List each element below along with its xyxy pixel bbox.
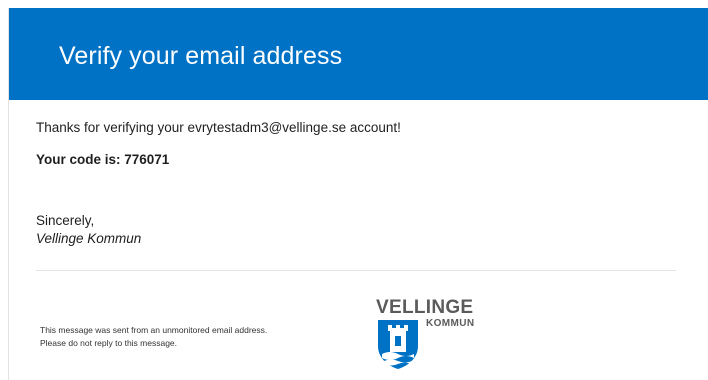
footer-note-line-2: Please do not reply to this message.	[40, 338, 178, 348]
email-title: Verify your email address	[59, 42, 343, 70]
logo-name-text: VELLINGE	[376, 297, 474, 318]
footer-note-line-1: This message was sent from an unmonitore…	[40, 325, 268, 335]
email-header: Verify your email address	[9, 8, 708, 100]
vellinge-logo: VELLINGE KOMMUN	[376, 298, 491, 370]
vellinge-coat-of-arms-icon	[378, 320, 418, 369]
intro-text: Thanks for verifying your evrytestadm3@v…	[36, 120, 401, 135]
footer-note: This message was sent from an unmonitore…	[40, 324, 267, 350]
signature-text: Vellinge Kommun	[36, 231, 142, 246]
logo-sub-text: KOMMUN	[426, 318, 475, 329]
verification-code: Your code is: 776071	[36, 152, 170, 167]
email-frame: Verify your email address Thanks for ver…	[8, 8, 708, 380]
footer-divider	[36, 270, 676, 271]
closing-text: Sincerely,	[36, 213, 95, 228]
